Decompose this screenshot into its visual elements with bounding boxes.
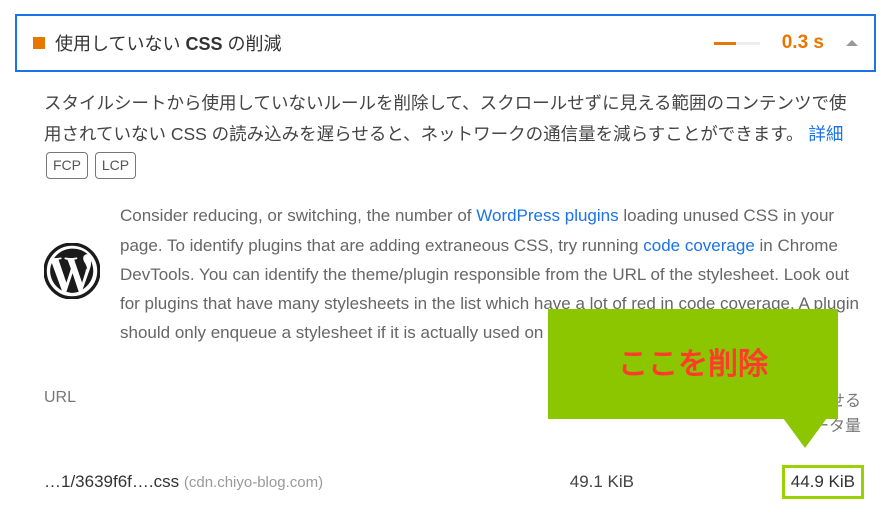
savings-highlight: 44.9 KiB (785, 468, 861, 496)
title-text-bold: CSS (185, 34, 222, 54)
audit-title: 使用していない CSS の削減 (55, 30, 704, 56)
details-link[interactable]: 詳細 (808, 124, 843, 144)
code-coverage-link[interactable]: code coverage (643, 236, 755, 255)
audit-description: スタイルシートから使用していないルールを削除して、スクロールせずに見える範囲のコ… (44, 88, 861, 181)
cell-size: 49.1 KiB (504, 472, 634, 492)
lcp-badge: LCP (95, 152, 136, 179)
annotation-callout: ここを削除 (548, 309, 838, 448)
file-name: …1/3639f6f….css (44, 472, 179, 491)
file-origin: (cdn.chiyo-blog.com) (184, 474, 323, 491)
col-url-head: URL (44, 389, 504, 440)
title-text-2: の削減 (222, 34, 281, 54)
wordpress-icon (44, 243, 100, 299)
desc-text: スタイルシートから使用していないルールを削除して、スクロールせずに見える範囲のコ… (44, 93, 847, 144)
sugg-p1: Consider reducing, or switching, the num… (120, 206, 476, 225)
callout-tail (783, 418, 827, 448)
wp-plugins-link[interactable]: WordPress plugins (476, 206, 618, 225)
fcp-badge: FCP (46, 152, 88, 179)
cell-url: …1/3639f6f….css (cdn.chiyo-blog.com) (44, 472, 504, 492)
rank-marker (33, 37, 45, 49)
audit-header[interactable]: 使用していない CSS の削減 0.3 s (15, 14, 876, 72)
sparkline (714, 42, 760, 45)
chevron-up-icon[interactable] (846, 40, 858, 46)
cell-savings: 44.9 KiB (634, 468, 861, 496)
metric-value: 0.3 s (782, 32, 824, 54)
callout-text: ここを削除 (548, 309, 838, 419)
title-text-1: 使用していない (55, 34, 185, 54)
table-row: …1/3639f6f….css (cdn.chiyo-blog.com) 49.… (44, 462, 861, 502)
